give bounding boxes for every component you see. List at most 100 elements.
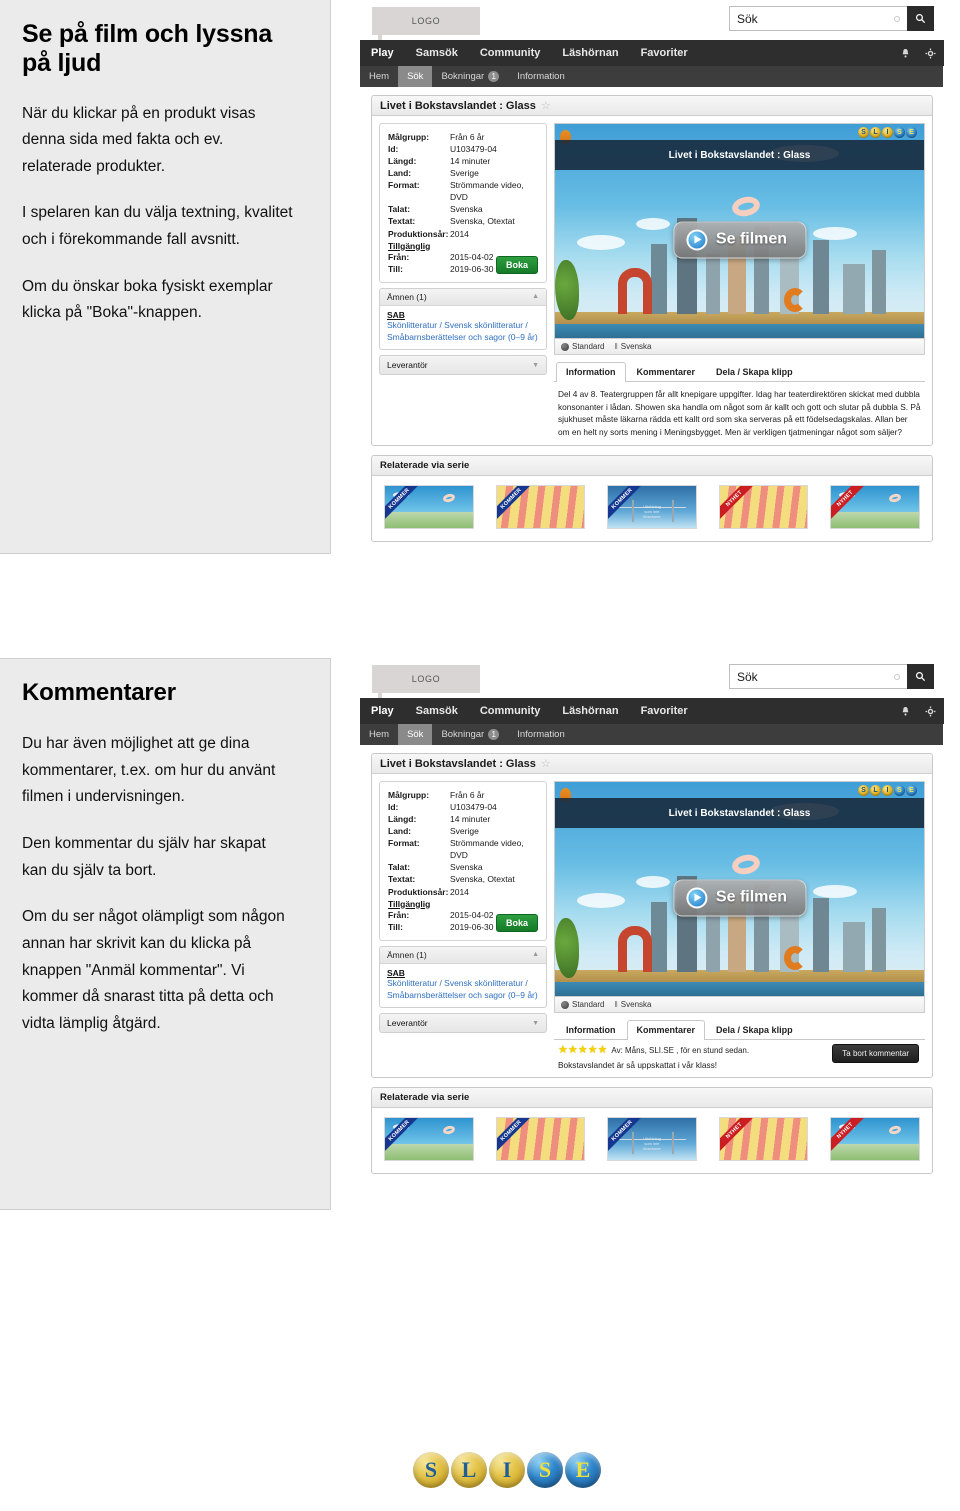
meta-key: Id: (388, 144, 399, 155)
play-film-button[interactable]: Se filmen (672, 221, 807, 259)
slise-letter: E (906, 785, 917, 796)
metadata-row: Format: Strömmande video, DVD (388, 837, 538, 861)
subjects-accordion[interactable]: Ämnen (1) ▲ SAB Skönlitteratur / Svensk … (379, 945, 547, 1009)
favorite-star-icon[interactable]: ☆ (541, 757, 551, 770)
related-thumbnail[interactable]: Utbildning som inte försvinner KOMMER (607, 485, 697, 530)
water-shape (555, 980, 924, 996)
player-controls[interactable]: Standard ‖ Svenska (554, 997, 925, 1013)
related-thumbnail[interactable]: NYHET (718, 1117, 809, 1161)
favorite-star-icon[interactable]: ☆ (541, 99, 551, 112)
nav-item-favoriter[interactable]: Favoriter (630, 40, 699, 66)
search-input[interactable]: Sök (729, 6, 907, 31)
video-player[interactable]: Livet i Bokstavslandet : Glass S L I S E… (554, 781, 925, 997)
metadata-row: Id: U103479-04 (388, 143, 538, 155)
subnav-item-sok[interactable]: Sök (398, 66, 433, 87)
subnav-item-hem[interactable]: Hem (360, 724, 398, 745)
tab-information[interactable]: Information (556, 1020, 626, 1039)
tab-kommentarer[interactable]: Kommentarer (626, 1020, 706, 1040)
related-header: Relaterade via serie (372, 1088, 932, 1108)
clear-icon[interactable] (894, 16, 900, 22)
nav-item-samsok[interactable]: Samsök (405, 40, 469, 66)
main-navigation[interactable]: Play Samsök Community Läshörnan Favorite… (360, 698, 944, 724)
related-thumbnail[interactable]: KOMMER (495, 1117, 586, 1161)
related-thumbnail[interactable]: KOMMER (384, 1117, 474, 1161)
subnav-item-sok[interactable]: Sök (398, 724, 433, 745)
subject-link[interactable]: Skönlitteratur / Svensk skönlitteratur /… (387, 978, 539, 1002)
subtitle-control[interactable]: ‖ Svenska (614, 1000, 651, 1009)
subnav-item-information[interactable]: Information (508, 66, 574, 87)
subjects-accordion-header[interactable]: Ämnen (1) ▲ (380, 288, 546, 306)
subtitle-control[interactable]: ‖ Svenska (614, 342, 651, 351)
nav-item-samsok[interactable]: Samsök (405, 698, 469, 724)
nav-item-play[interactable]: Play (360, 40, 405, 66)
quality-control[interactable]: Standard (561, 1000, 604, 1009)
nav-item-community[interactable]: Community (469, 40, 552, 66)
gear-icon[interactable] (925, 48, 936, 59)
gear-icon[interactable] (925, 706, 936, 717)
supplier-accordion[interactable]: Leverantör ▼ (379, 1013, 547, 1034)
clear-icon[interactable] (894, 674, 900, 680)
nav-item-favoriter[interactable]: Favoriter (630, 698, 699, 724)
subnav-label: Information (517, 71, 565, 82)
nav-item-lashornan[interactable]: Läshörnan (551, 40, 629, 66)
related-thumbnail[interactable]: KOMMER (384, 485, 474, 530)
building-shape (842, 922, 865, 972)
star-icon: ★ (577, 1044, 588, 1056)
search-input[interactable]: Sök (729, 664, 907, 689)
sub-navigation[interactable]: Hem Sök Bokningar 1 Information (360, 66, 943, 87)
subnav-item-bokningar[interactable]: Bokningar 1 (432, 724, 508, 745)
slise-letter: L (870, 127, 881, 138)
related-thumbnail[interactable]: NYHET (830, 485, 920, 530)
quality-control[interactable]: Standard (561, 342, 604, 351)
play-film-button[interactable]: Se filmen (672, 879, 807, 917)
boka-button[interactable]: Boka (495, 913, 538, 932)
related-series-section: Relaterade via serie KOMMER KOMMER Utbil… (371, 455, 933, 543)
nav-item-play[interactable]: Play (360, 698, 405, 724)
subject-link[interactable]: Skönlitteratur / Svensk skönlitteratur /… (387, 320, 539, 344)
tab-dela-skapa-klipp[interactable]: Dela / Skapa klipp (706, 362, 803, 381)
tab-kommentarer[interactable]: Kommentarer (627, 362, 706, 381)
slise-letter: S (894, 785, 905, 796)
logo-letter-i: I (489, 1452, 525, 1488)
search-bar[interactable]: Sök (729, 664, 934, 689)
subjects-accordion[interactable]: Ämnen (1) ▲ SAB Skönlitteratur / Svensk … (379, 287, 547, 351)
subnav-item-hem[interactable]: Hem (360, 66, 398, 87)
subnav-item-information[interactable]: Information (508, 724, 574, 745)
sab-code: SAB (387, 967, 405, 978)
delete-comment-button[interactable]: Ta bort kommentar (832, 1044, 919, 1063)
logo-letter-e: E (565, 1452, 601, 1488)
bell-icon[interactable] (900, 706, 911, 717)
nav-item-lashornan[interactable]: Läshörnan (551, 698, 629, 724)
subjects-accordion-header[interactable]: Ämnen (1) ▲ (380, 946, 546, 964)
product-description: Del 4 av 8. Teatergruppen får allt knepi… (558, 389, 921, 437)
tab-dela-skapa-klipp[interactable]: Dela / Skapa klipp (706, 1020, 803, 1039)
video-player[interactable]: Livet i Bokstavslandet : Glass S L I S E… (554, 123, 925, 339)
related-thumbnail[interactable]: NYHET (830, 1117, 920, 1161)
related-thumbnail-strip[interactable]: KOMMER KOMMER Utbildning som inte försvinn… (372, 476, 932, 541)
tab-information[interactable]: Information (556, 362, 626, 382)
content-tabs[interactable]: Information Kommentarer Dela / Skapa kli… (554, 1020, 925, 1040)
sub-navigation[interactable]: Hem Sök Bokningar 1 Information (360, 724, 943, 745)
main-navigation[interactable]: Play Samsök Community Läshörnan Favorite… (360, 40, 944, 66)
related-thumbnail[interactable]: Utbildning som inte försvinner KOMMER (607, 1117, 697, 1161)
panel-title: Kommentarer (22, 679, 176, 706)
search-button[interactable] (907, 6, 934, 31)
supplier-accordion[interactable]: Leverantör ▼ (379, 355, 547, 376)
subnav-item-bokningar[interactable]: Bokningar 1 (432, 66, 508, 87)
search-bar[interactable]: Sök (729, 6, 934, 31)
boka-button[interactable]: Boka (495, 255, 538, 274)
player-controls[interactable]: Standard ‖ Svenska (554, 339, 925, 355)
subjects-label: Ämnen (1) (387, 949, 427, 960)
nav-item-community[interactable]: Community (469, 698, 552, 724)
related-thumbnail[interactable]: NYHET (718, 485, 809, 530)
slise-footer-logo: S L I S E (413, 1452, 601, 1488)
content-tabs[interactable]: Information Kommentarer Dela / Skapa kli… (554, 362, 925, 382)
related-thumbnail-strip[interactable]: KOMMER KOMMER Utbildning som inte försvinn… (372, 1108, 932, 1173)
meta-key: Format: (388, 180, 420, 191)
bell-icon[interactable] (900, 48, 911, 59)
meta-key: Talat: (388, 204, 411, 215)
search-button[interactable] (907, 664, 934, 689)
bookings-count-badge: 1 (488, 729, 500, 740)
ribbon-badge: NYHET (719, 486, 759, 525)
related-thumbnail[interactable]: KOMMER (495, 485, 586, 530)
